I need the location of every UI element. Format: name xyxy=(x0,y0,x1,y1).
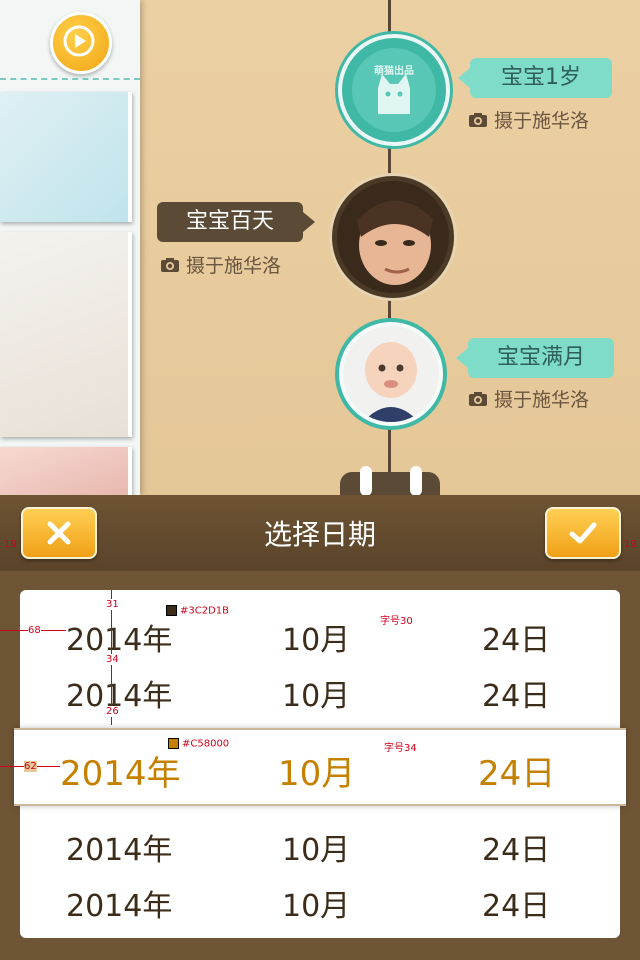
day-cell[interactable]: 24日 xyxy=(482,615,550,659)
timeline-label[interactable]: 宝宝满月 xyxy=(468,338,614,378)
camera-icon xyxy=(468,109,488,135)
play-button[interactable] xyxy=(50,12,112,74)
picker-row[interactable]: 2014年 10月 24日 xyxy=(20,671,620,714)
color-annotation: #3C2D1B xyxy=(166,605,229,617)
spacing-annotation: 19 xyxy=(4,539,17,550)
photo-sidebar xyxy=(0,0,140,497)
year-cell[interactable]: 2014年 xyxy=(66,671,172,715)
picker-row[interactable]: 2014年 10月 24日 xyxy=(20,825,620,868)
month-cell[interactable]: 10月 xyxy=(282,825,350,869)
picker-header: 选择日期 xyxy=(0,495,640,571)
day-cell[interactable]: 24日 xyxy=(482,881,550,925)
font-annotation: 字号30 xyxy=(380,616,413,627)
confirm-button[interactable] xyxy=(545,507,621,559)
caption-text: 摄于施华洛 xyxy=(494,110,590,132)
timeline-photo[interactable]: 萌猫出品 xyxy=(338,34,450,146)
year-cell[interactable]: 2014年 xyxy=(66,615,172,659)
photo-thumbnail[interactable] xyxy=(0,92,132,222)
month-cell[interactable]: 10月 xyxy=(282,671,350,715)
month-cell[interactable]: 10月 xyxy=(282,615,350,659)
timeline-label[interactable]: 宝宝百天 xyxy=(157,202,303,242)
year-cell[interactable]: 2014年 xyxy=(66,825,172,869)
day-cell[interactable]: 24日 xyxy=(478,746,555,795)
camera-icon xyxy=(160,254,180,280)
timeline-photo[interactable] xyxy=(332,176,454,298)
spacing-annotation: 34 xyxy=(106,654,119,665)
caption-text: 摄于施华洛 xyxy=(186,255,282,277)
day-cell[interactable]: 24日 xyxy=(482,671,550,715)
photo-thumbnail[interactable] xyxy=(0,232,132,437)
photo-caption: 摄于施华洛 xyxy=(468,387,589,413)
spacing-annotation: 62 xyxy=(24,761,37,772)
spacing-annotation: 31 xyxy=(106,599,119,610)
year-cell[interactable]: 2014年 xyxy=(60,746,181,795)
picker-row[interactable]: 2014年 10月 24日 xyxy=(20,881,620,924)
photo-thumbnail[interactable] xyxy=(0,447,132,497)
timeline-label[interactable]: 宝宝1岁 xyxy=(470,58,612,98)
spacing-annotation: 26 xyxy=(106,706,119,717)
color-annotation: #C58000 xyxy=(168,738,229,750)
camera-icon xyxy=(468,388,488,414)
day-cell[interactable]: 24日 xyxy=(482,825,550,869)
picker-row[interactable]: 2014年 10月 24日 xyxy=(20,615,620,658)
spacing-annotation: 68 xyxy=(28,625,41,636)
timeline-photo[interactable] xyxy=(339,322,443,426)
month-cell[interactable]: 10月 xyxy=(282,881,350,925)
photo-caption: 摄于施华洛 xyxy=(468,108,589,134)
year-cell[interactable]: 2014年 xyxy=(66,881,172,925)
picker-row-selected[interactable]: 2014年 10月 24日 xyxy=(20,746,620,794)
picker-title: 选择日期 xyxy=(263,518,376,551)
photo-caption: 摄于施华洛 xyxy=(160,253,281,279)
caption-text: 摄于施华洛 xyxy=(494,389,590,411)
font-annotation: 字号34 xyxy=(384,743,417,754)
cat-logo: 萌猫出品 xyxy=(352,48,436,132)
spacing-annotation: 19 xyxy=(624,539,637,550)
date-picker: 选择日期 2014年 10月 24日 2014年 10月 24日 2014年 1… xyxy=(0,495,640,960)
divider xyxy=(0,78,140,80)
month-cell[interactable]: 10月 xyxy=(278,746,355,795)
